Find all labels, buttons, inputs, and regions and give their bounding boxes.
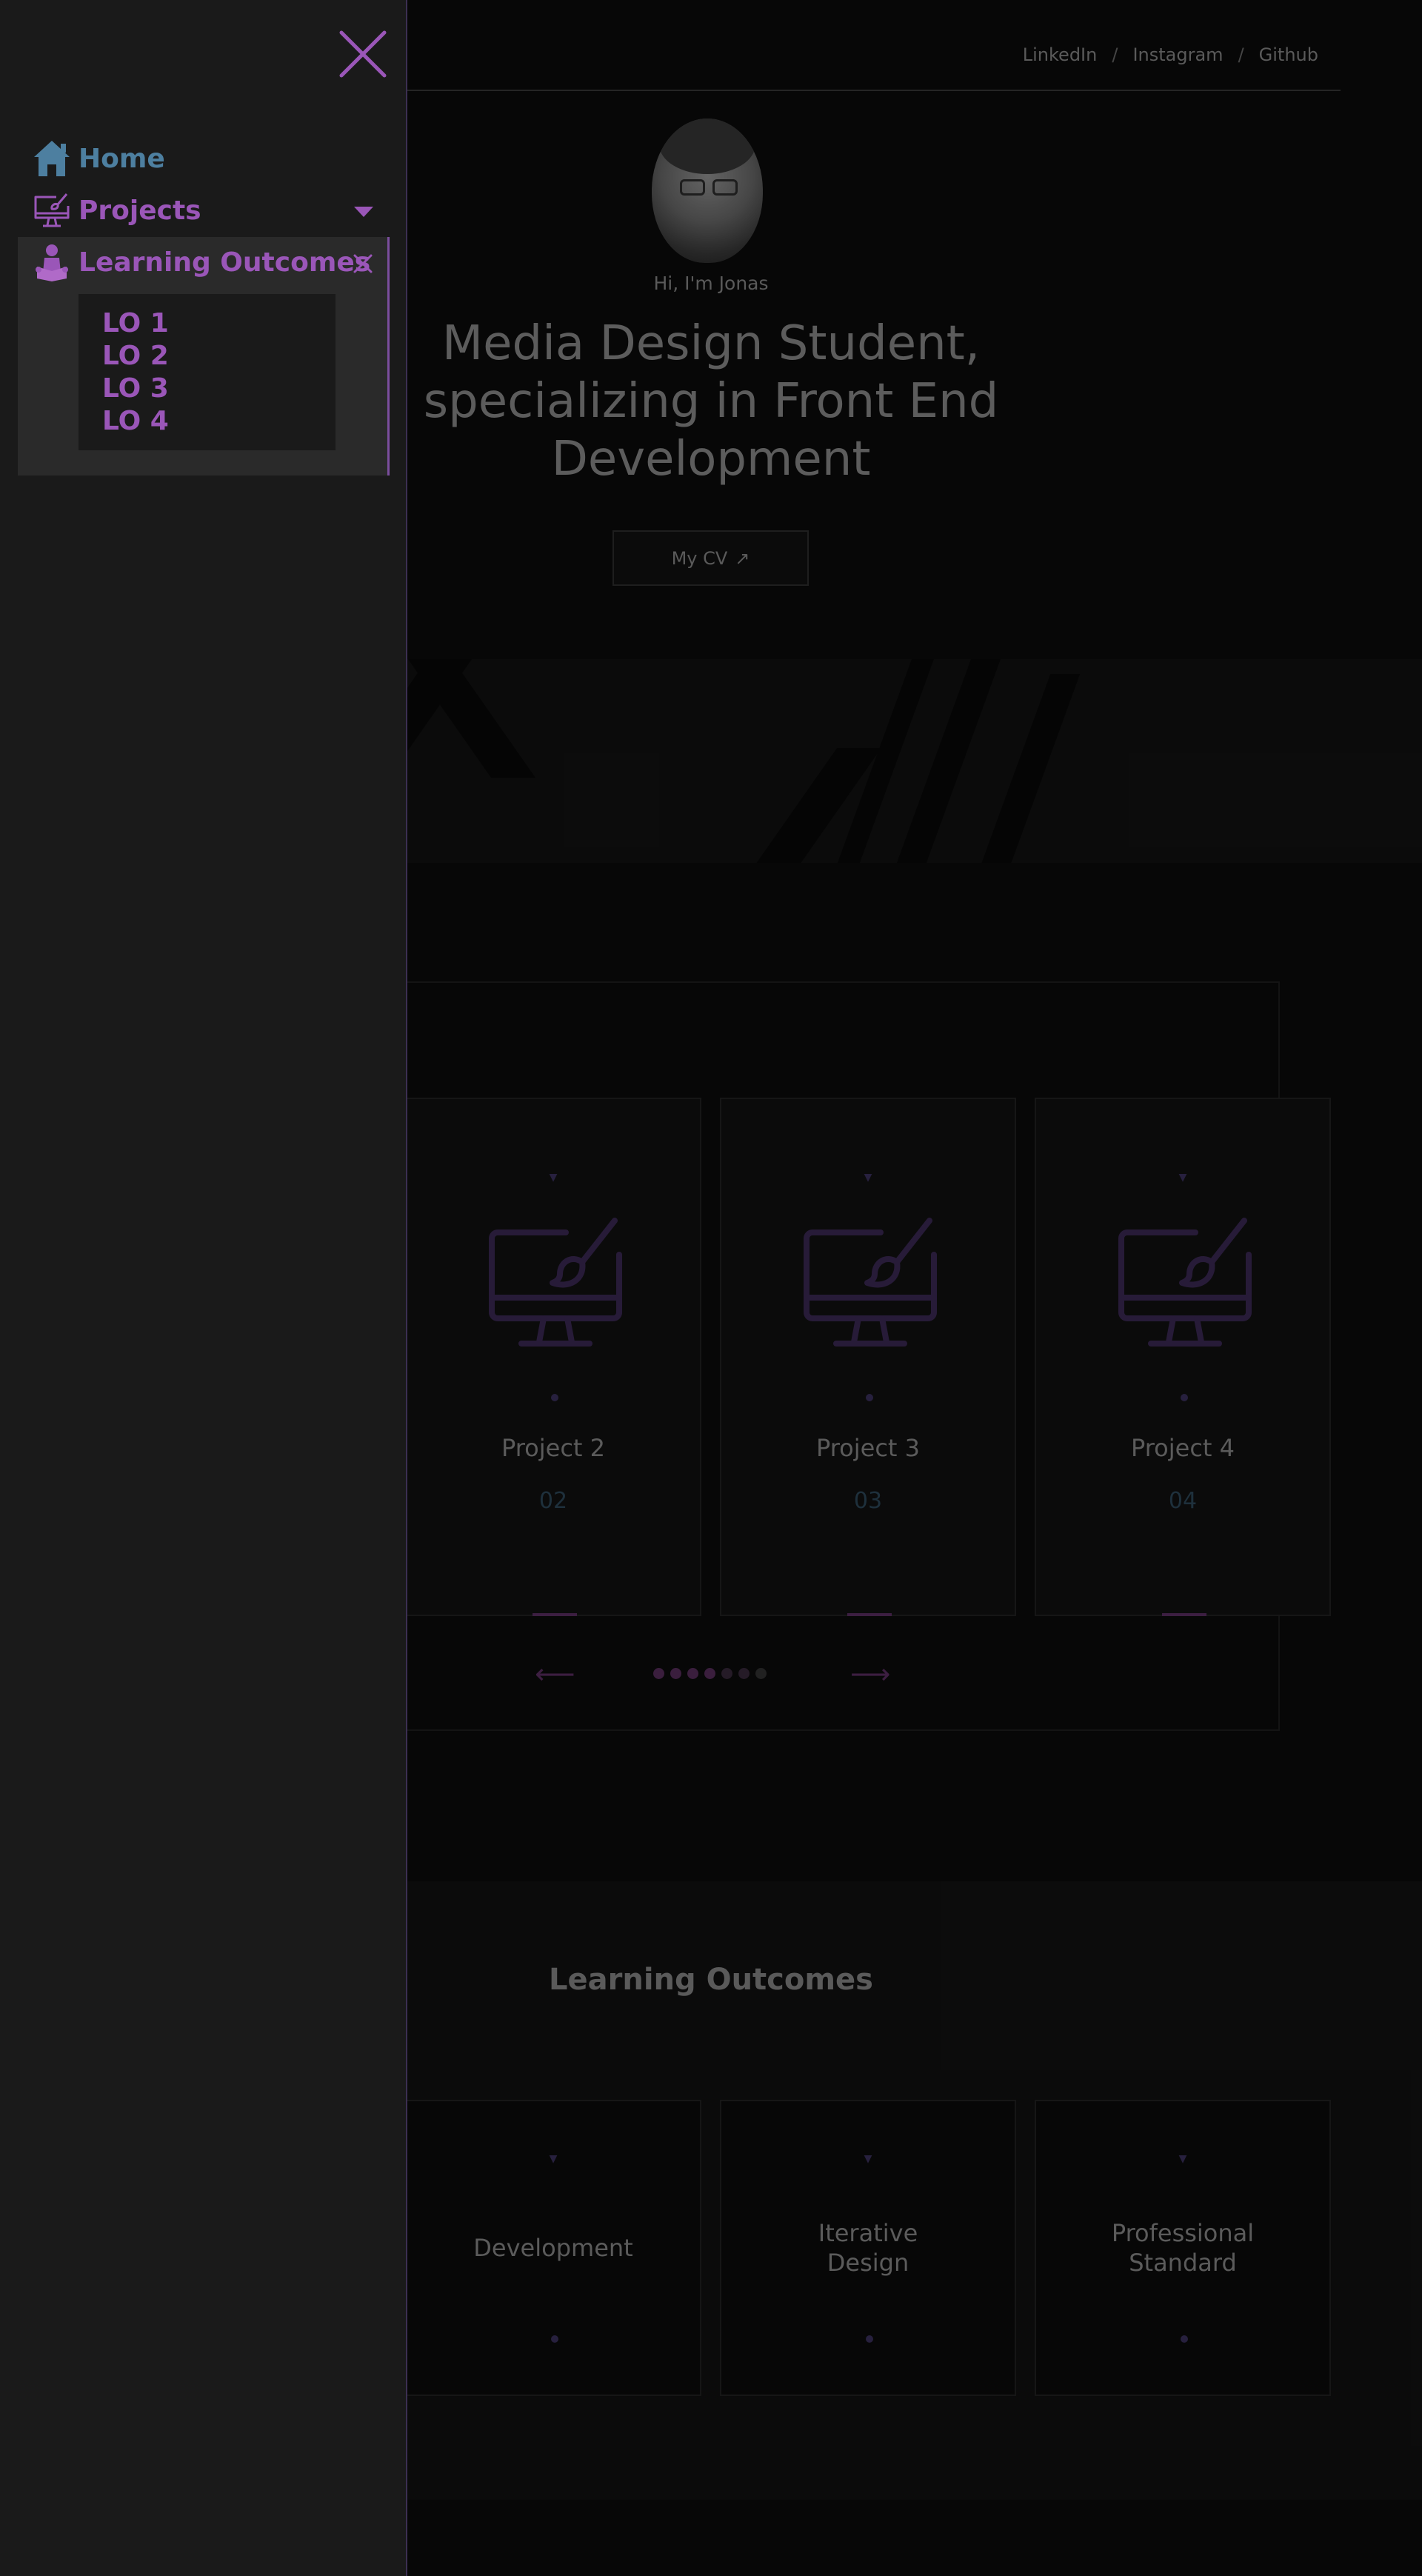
close-icon[interactable] [337,28,389,80]
nav-label: Learning Outcomes [79,247,371,278]
nav-item-learning-outcomes[interactable]: Learning Outcomes [31,243,370,281]
nav-label: Home [79,143,165,174]
monitor-brush-icon [34,193,70,227]
side-drawer: Home Projects Learning Outcomes LO 1 LO … [0,0,407,2576]
learning-outcomes-submenu: LO 1 LO 2 LO 3 LO 4 [79,294,336,450]
reader-icon [36,244,68,281]
home-icon [34,141,70,176]
submenu-item-lo2[interactable]: LO 2 [102,340,336,373]
nav-label: Projects [79,195,201,226]
nav-item-projects[interactable]: Projects [31,191,201,230]
submenu-item-lo1[interactable]: LO 1 [102,307,336,340]
close-icon[interactable] [353,253,373,274]
submenu-item-lo3[interactable]: LO 3 [102,373,336,405]
nav-item-home[interactable]: Home [31,139,165,178]
submenu-item-lo4[interactable]: LO 4 [102,405,336,438]
chevron-down-icon[interactable] [354,207,373,217]
